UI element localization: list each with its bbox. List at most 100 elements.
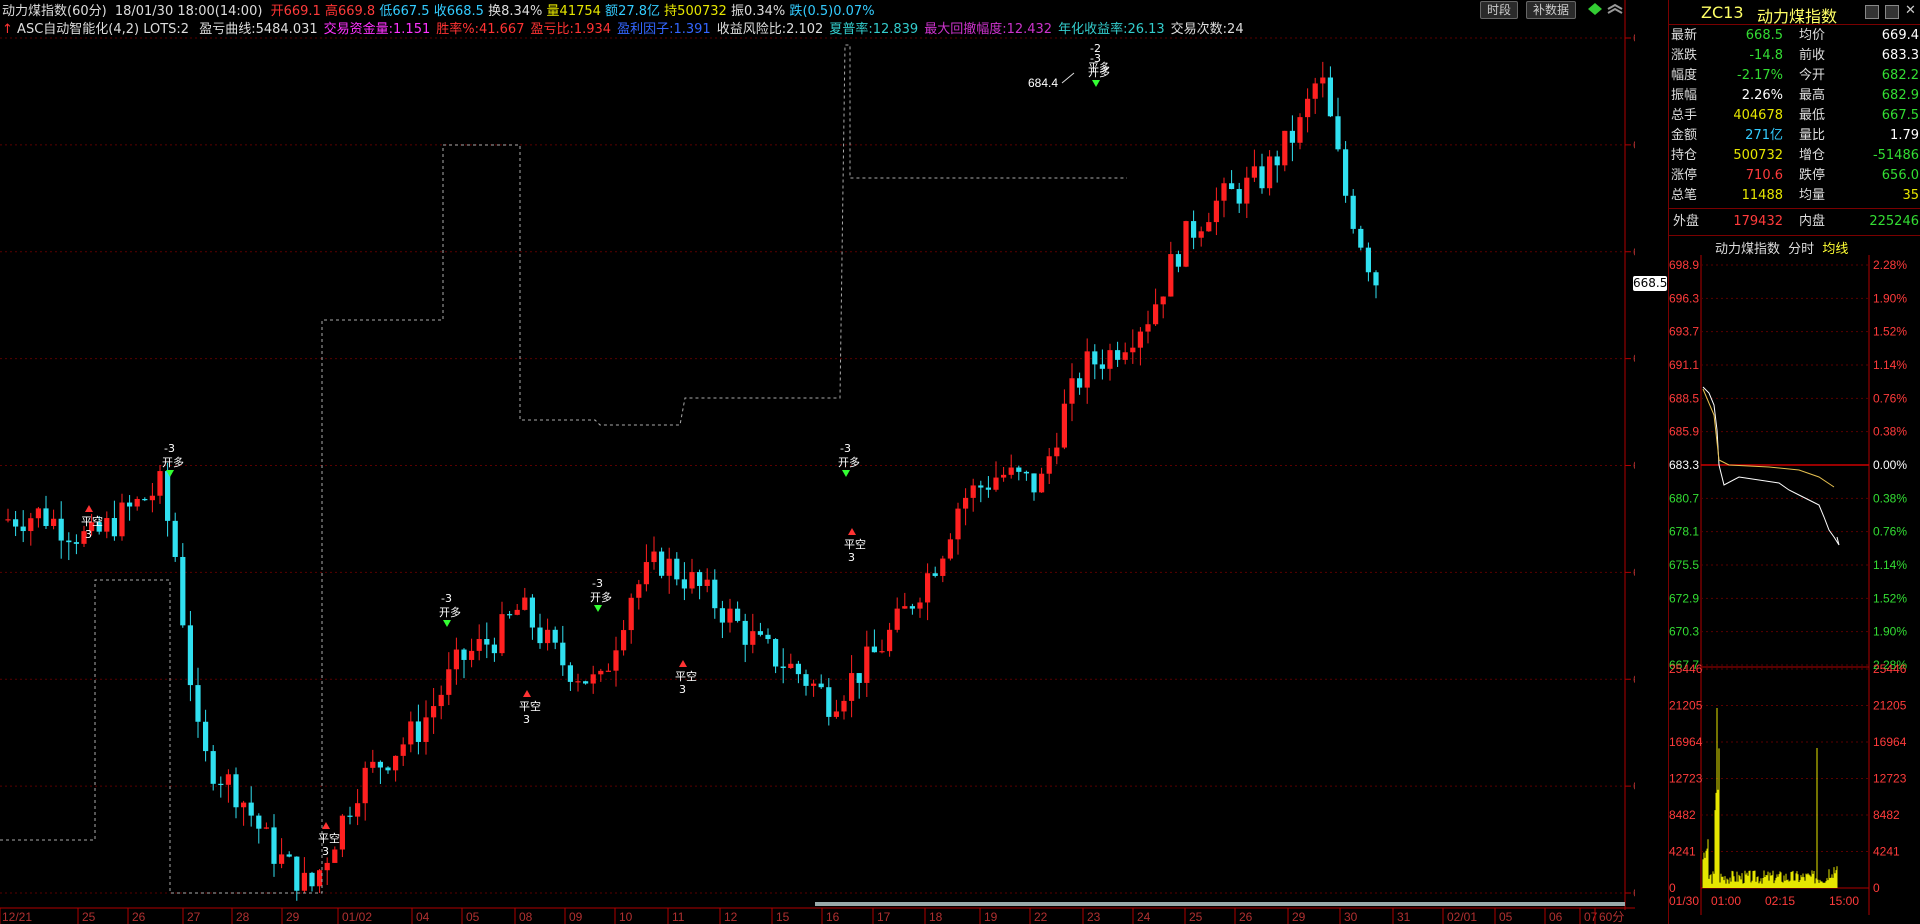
candle-body [1160,296,1166,305]
signal-count: -2 [1090,42,1101,55]
quote-label: 金额 [1671,128,1698,143]
chart-scrollbar[interactable] [815,902,1625,906]
quote-value: 682.2 [1881,68,1919,83]
candle-body [909,606,915,609]
equity-curve [0,44,1127,894]
amount-label: 额 [605,4,619,19]
candle-body [689,572,695,589]
candle-body [750,631,756,645]
panel-layout-icon[interactable] [1865,5,1879,19]
buy-arrow-icon [679,660,687,667]
quote-label: 均量 [1799,188,1826,203]
quote-value: -14.8 [1749,48,1783,63]
trade-signal: 平空3 [519,690,541,726]
trade-signal: -3开多 [838,442,860,477]
candle-body [1168,254,1174,297]
mini-price-label: 688.5 [1669,391,1699,405]
y-axis-label: 622.6 [1633,886,1635,900]
candle-body [1244,177,1250,204]
mini-time-label: 01/30 [1669,894,1699,908]
refresh-icon[interactable] [1588,3,1602,15]
candle-body [522,597,528,610]
candle-body [43,508,49,527]
candle-body [567,665,573,682]
candle-body [1016,467,1022,472]
candlestick-chart[interactable]: 686.6 678.7 670.6 662.6 654.6 646.7 638.6 630.6… [0,0,1635,924]
candle-body [537,627,543,644]
mini-price-label: 670.3 [1669,625,1699,639]
candle-body [271,827,277,864]
candle-body [963,497,969,509]
candle-body [697,572,703,586]
trade-signal: -3开多 [439,592,461,627]
open-value: 669.1 [283,4,321,19]
close-icon[interactable]: ✕ [1905,3,1916,18]
x-axis-label: 29 [1292,910,1306,924]
candle-body [590,674,596,684]
candle-body [263,827,269,829]
mini-time-label: 15:00 [1829,894,1859,908]
candle-body [1289,130,1295,143]
candle-body [339,815,345,850]
expand-arrows-icon[interactable] [1606,3,1624,15]
quote-row: 振幅 2.26% 最高 682.9 [1669,86,1920,106]
quote-label: 振幅 [1671,88,1698,103]
candle-body [940,558,946,576]
buy-arrow-icon [523,690,531,697]
x-axis-label: 18 [929,910,943,924]
fill-data-button[interactable]: 补数据 [1526,1,1577,19]
x-axis-label: 31 [1397,910,1411,924]
mini-vol-label: 21205 [1669,699,1703,713]
x-axis-label: 12 [724,910,738,924]
candle-body [1039,473,1045,493]
panel-settings-icon[interactable] [1885,5,1899,19]
candle-body [1274,156,1280,166]
candle-body [674,558,680,580]
quote-value: 669.4 [1881,28,1919,43]
quote-row: 涨跌 -14.8 前收 683.3 [1669,46,1920,66]
close-label: 收 [433,4,447,19]
quote-value: 500732 [1733,148,1783,163]
quote-row: 涨停 710.6 跌停 656.0 [1669,166,1920,186]
candle-body [423,717,429,742]
indicator-item: 盈利因子:1.391 [617,22,711,37]
signal-count: -3 [592,577,603,590]
turnover-label: 换 [488,4,502,19]
candle-body [1297,117,1303,143]
x-axis-label: 60分 [1599,910,1624,924]
indicator-name[interactable]: ASC自动智能化(4,2) LOTS:2 [17,22,189,37]
indicator-arrow-icon[interactable]: ↑ [2,22,13,37]
trade-signal: 平空3 [81,505,103,541]
bar-datetime: 18/01/30 18:00(14:00) [114,4,263,19]
close-value: 668.5 [446,4,484,19]
candle-body [1327,77,1333,117]
turnover-value: 8.34% [501,4,543,19]
quote-row: 持仓 500732 增仓 -51486 [1669,146,1920,166]
candle-body [735,608,741,621]
intraday-mini-chart[interactable]: 698.9 2.28% 696.3 1.90% 693.7 1.52% 691.1 1.14%… [1669,255,1920,924]
candle-body [712,579,718,609]
x-axis-label: 05 [1499,910,1513,924]
trade-signal: 平空3 [675,660,697,696]
indicator-item: 胜率%:41.667 [436,22,525,37]
candle-body [279,854,285,864]
candle-body [773,639,779,667]
period-button[interactable]: 时段 [1480,1,1519,19]
candle-body [324,862,330,871]
candle-body [1183,221,1189,267]
candle-body [400,744,406,756]
candle-body [51,518,57,527]
mini-pct-label: 1.52% [1873,325,1907,339]
y-axis-label: 662.6 [1633,352,1635,366]
mini-pct-label: 1.90% [1873,291,1907,305]
candle-body [1001,474,1007,478]
sell-arrow-icon [443,620,451,627]
quote-label: 均价 [1799,28,1826,43]
candle-body [476,639,482,651]
candle-body [134,498,140,507]
candle-body [355,803,361,817]
outer-inner-row: 外盘 179432 内盘 225246 [1669,212,1920,232]
candle-body [1099,364,1105,369]
candle-body [233,774,239,808]
candle-body [1107,350,1113,369]
